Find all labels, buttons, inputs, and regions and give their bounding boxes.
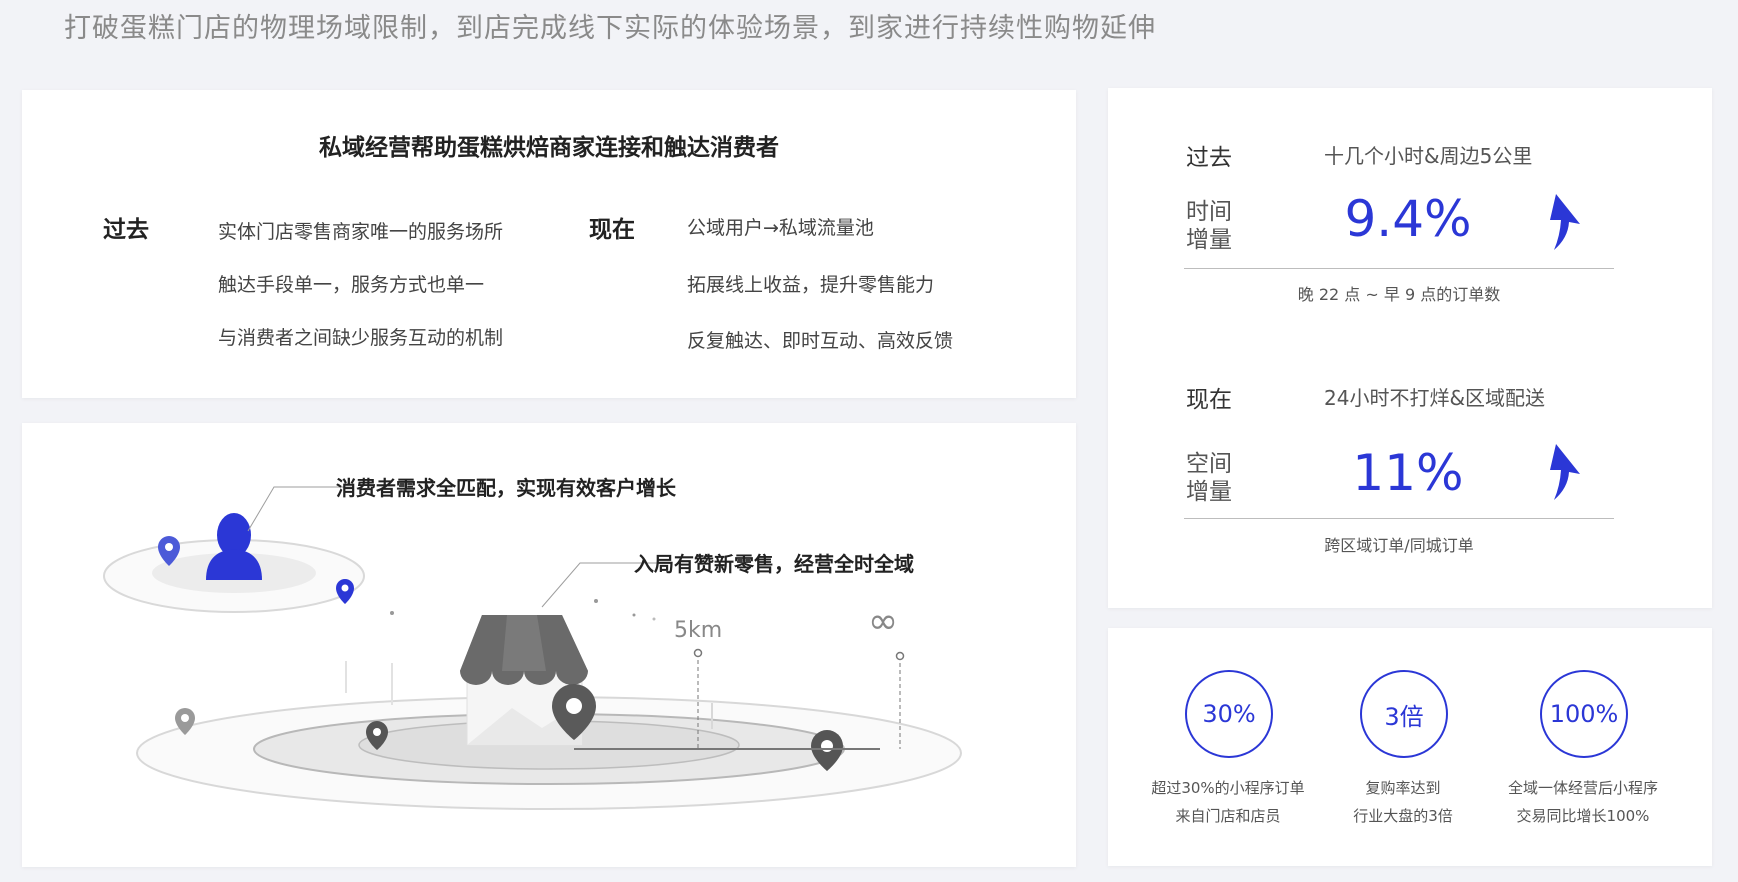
now-desc: 24小时不打烊&区域配送 [1324,386,1546,410]
space-increment-note: 跨区域订单/同城订单 [1324,536,1474,555]
arrow-up-icon [1550,194,1580,250]
stat-caption-line: 行业大盘的3倍 [1353,807,1453,825]
past-desc: 十几个小时&周边5公里 [1324,144,1533,168]
space-increment-label: 空间增量 [1186,451,1232,505]
illustration-card: 消费者需求全匹配，实现有效客户增长 入局有赞新零售，经营全时全域 5km ∞ [22,423,1076,867]
now-item: 公域用户→私域流量池 [687,217,874,239]
past-item: 触达手段单一，服务方式也单一 [218,274,485,296]
stat-caption-line: 全域一体经营后小程序 [1507,779,1658,797]
now-item: 反复触达、即时互动、高效反馈 [687,330,954,352]
time-increment-note: 晚 22 点 ~ 早 9 点的订单数 [1297,285,1501,304]
past-heading: 过去 [103,217,149,243]
now-heading: 现在 [589,217,635,243]
stat-caption: 超过30%的小程序订单 来自门店和店员 [1128,774,1328,830]
distance-label: 5km [674,618,723,643]
time-increment-value: 9.4% [1344,190,1472,248]
stat-circle: 3倍 [1360,670,1448,758]
space-increment-value: 11% [1352,444,1464,502]
stats-card: 30% 超过30%的小程序订单 来自门店和店员 3倍 复购率达到 行业大盘的3倍… [1108,628,1712,866]
arrow-up-icon [1550,444,1580,500]
stat-caption: 全域一体经营后小程序 交易同比增长100% [1483,774,1683,830]
store-label: 入局有赞新零售，经营全时全域 [634,552,914,576]
divider [1184,268,1614,269]
comparison-title: 私域经营帮助蛋糕烘焙商家连接和触达消费者 [319,135,779,161]
page-subtitle: 打破蛋糕门店的物理场域限制，到店完成线下实际的体验场景，到家进行持续性购物延伸 [64,13,1156,44]
stat-caption-line: 复购率达到 [1365,779,1441,797]
past-item: 实体门店零售商家唯一的服务场所 [218,221,504,243]
increment-card: 过去 十几个小时&周边5公里 时间增量 9.4% 晚 22 点 ~ 早 9 点的… [1108,88,1712,608]
stat-circle: 100% [1540,670,1628,758]
stat-caption-line: 超过30%的小程序订单 [1151,779,1305,797]
divider [1184,518,1614,519]
comparison-card: 私域经营帮助蛋糕烘焙商家连接和触达消费者 过去 实体门店零售商家唯一的服务场所 … [22,90,1076,398]
stat-caption: 复购率达到 行业大盘的3倍 [1303,774,1503,830]
location-pin-icon [336,579,354,604]
past-item: 与消费者之间缺少服务互动的机制 [218,327,504,349]
time-increment-label: 时间增量 [1186,199,1232,253]
infinity-symbol: ∞ [868,601,898,642]
stat-circle: 30% [1185,670,1273,758]
now-item: 拓展线上收益，提升零售能力 [687,274,935,296]
stat-caption-line: 交易同比增长100% [1516,807,1650,825]
stat-caption-line: 来自门店和店员 [1175,807,1281,825]
now-heading: 现在 [1186,387,1232,413]
consumer-label: 消费者需求全匹配，实现有效客户增长 [336,476,676,500]
past-heading: 过去 [1186,145,1232,171]
